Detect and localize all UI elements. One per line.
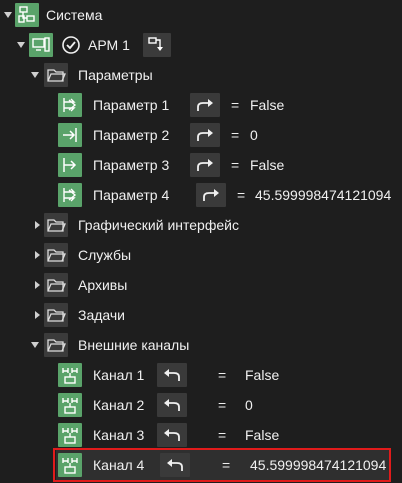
equals-sign: =: [231, 157, 240, 173]
parameter-label: Параметр 3: [93, 157, 170, 173]
tree-node-graphic-interface[interactable]: Графический интерфейс: [0, 210, 402, 240]
folder-icon: [44, 213, 68, 237]
workstation-icon: [29, 33, 53, 57]
tree-node-label: Система: [46, 7, 103, 23]
channel-value: 0: [245, 397, 253, 413]
parameter-input-icon: [58, 123, 82, 147]
equals-sign: =: [218, 397, 227, 413]
parameter-row[interactable]: Параметр 1 = False: [0, 90, 402, 120]
folder-icon: [44, 273, 68, 297]
parameter-value: False: [250, 157, 285, 173]
equals-sign: =: [237, 187, 246, 203]
chevron-down-icon[interactable]: [15, 38, 27, 52]
tree-node-arm1[interactable]: АРМ 1: [0, 30, 402, 60]
parameter-label: Параметр 4: [93, 187, 170, 203]
parameter-value: False: [250, 97, 285, 113]
equals-sign: =: [218, 367, 227, 383]
channel-icon: [58, 423, 82, 447]
chevron-right-icon[interactable]: [31, 308, 43, 322]
tree-node-label: Параметры: [78, 67, 153, 83]
parameter-row[interactable]: Параметр 4 = 45.599998474121094: [0, 180, 402, 210]
channel-value: False: [245, 367, 280, 383]
channel-label: Канал 2: [93, 397, 145, 413]
tree-node-label: АРМ 1: [88, 37, 130, 53]
equals-sign: =: [231, 127, 240, 143]
tree-node-tasks[interactable]: Задачи: [0, 300, 402, 330]
chevron-down-icon[interactable]: [29, 68, 41, 82]
parameter-row[interactable]: Параметр 3 = False: [0, 150, 402, 180]
folder-icon: [44, 243, 68, 267]
chevron-right-icon[interactable]: [31, 248, 43, 262]
parameter-value: 0: [250, 127, 258, 143]
channel-row[interactable]: Канал 1 = False: [0, 360, 402, 390]
channel-icon: [58, 393, 82, 417]
selection-outline: [53, 448, 391, 482]
chevron-right-icon[interactable]: [31, 218, 43, 232]
redirect-arrow-icon[interactable]: [190, 153, 220, 177]
equals-sign: =: [231, 97, 240, 113]
channel-icon: [58, 363, 82, 387]
parameter-label: Параметр 1: [93, 97, 170, 113]
equals-sign: =: [218, 427, 227, 443]
folder-icon: [44, 303, 68, 327]
chevron-right-icon[interactable]: [31, 278, 43, 292]
tree-node-archives[interactable]: Архивы: [0, 270, 402, 300]
return-arrow-icon[interactable]: [157, 423, 187, 447]
folder-open-icon: [44, 63, 68, 87]
tree-node-label: Внешние каналы: [78, 337, 190, 353]
redirect-arrow-icon[interactable]: [190, 123, 220, 147]
parameter-label: Параметр 2: [93, 127, 170, 143]
tree-node-label: Задачи: [78, 307, 126, 323]
return-arrow-icon[interactable]: [157, 393, 187, 417]
redirect-arrow-icon[interactable]: [190, 93, 220, 117]
chevron-down-icon[interactable]: [2, 8, 14, 22]
redirect-arrow-icon[interactable]: [196, 183, 226, 207]
channel-value: False: [245, 427, 280, 443]
check-circle-icon: [59, 33, 83, 57]
folder-open-icon: [44, 333, 68, 357]
tree-node-parameters[interactable]: Параметры: [0, 60, 402, 90]
tree-node-services[interactable]: Службы: [0, 240, 402, 270]
parameter-output-icon: [58, 153, 82, 177]
chevron-down-icon[interactable]: [29, 338, 41, 352]
tree-node-label: Службы: [78, 247, 132, 263]
channel-label: Канал 3: [93, 427, 145, 443]
network-system-icon: [15, 3, 39, 27]
tree-node-external-channels[interactable]: Внешние каналы: [0, 330, 402, 360]
channel-label: Канал 1: [93, 367, 145, 383]
tree-node-label: Графический интерфейс: [78, 217, 239, 233]
tree-node-label: Архивы: [78, 277, 128, 293]
transfer-icon[interactable]: [143, 33, 171, 57]
parameter-icon: [58, 183, 82, 207]
return-arrow-icon[interactable]: [157, 363, 187, 387]
tree-node-system[interactable]: Система: [0, 0, 402, 30]
parameter-icon: [58, 93, 82, 117]
channel-row[interactable]: Канал 2 = 0: [0, 390, 402, 420]
parameter-value: 45.599998474121094: [255, 187, 392, 203]
channel-row[interactable]: Канал 3 = False: [0, 420, 402, 450]
parameter-row[interactable]: Параметр 2 = 0: [0, 120, 402, 150]
